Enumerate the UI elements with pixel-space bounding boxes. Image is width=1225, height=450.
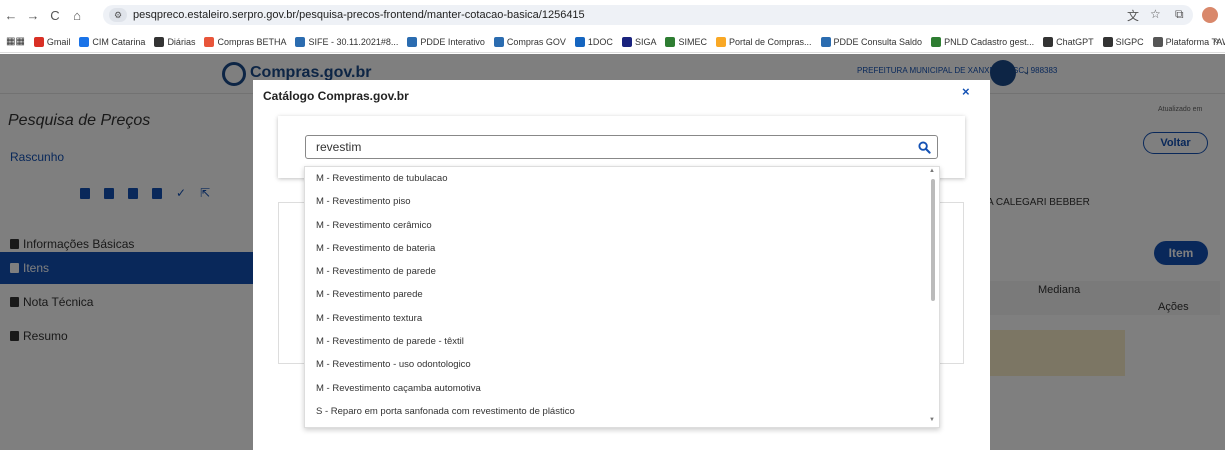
bookmark-item[interactable]: PDDE Consulta Saldo (820, 36, 923, 47)
bookmark-item[interactable]: SIGA (621, 36, 657, 47)
bookmark-item[interactable]: SIMEC (665, 36, 707, 47)
address-bar[interactable]: ⚙ pesqpreco.estaleiro.serpro.gov.br/pesq… (103, 5, 1193, 25)
bookmark-label: SIFE - 30.11.2021#8... (308, 36, 399, 47)
bookmark-item[interactable]: Compras BETHA (204, 36, 287, 47)
browser-toolbar: ← → C ⌂ ⚙ pesqpreco.estaleiro.serpro.gov… (0, 0, 1225, 30)
bookmark-icon (931, 36, 942, 47)
bookmark-item[interactable]: SIGPC (1102, 36, 1144, 47)
bookmark-label: Compras BETHA (217, 36, 287, 47)
bookmarks-more-icon[interactable]: » (1213, 35, 1219, 47)
bookmark-item[interactable]: ChatGPT (1043, 36, 1094, 47)
bookmark-icon (154, 36, 165, 47)
suggestion-item[interactable]: M - Revestimento cerâmico (305, 214, 939, 237)
suggestion-item[interactable]: M - Revestimento parede (305, 283, 939, 306)
bookmark-label: ChatGPT (1056, 36, 1094, 47)
bookmark-label: PNLD Cadastro gest... (944, 36, 1035, 47)
scrollbar-thumb[interactable] (931, 179, 935, 301)
bookmark-label: PDDE Interativo (420, 36, 485, 47)
suggestion-item[interactable]: M - Revestimento - uso odontologico (305, 353, 939, 376)
bookmark-item[interactable]: Compras GOV (493, 36, 566, 47)
suggestion-item[interactable]: M - Revestimento de parede - têxtil (305, 330, 939, 353)
bookmark-item[interactable]: Gmail (33, 36, 71, 47)
suggestion-item[interactable]: M - Revestimento de tubulacao (305, 167, 939, 190)
catalog-modal: Catálogo Compras.gov.br × M - Revestimen… (253, 80, 990, 450)
profile-avatar[interactable] (1202, 7, 1218, 23)
bookmark-icon (574, 36, 585, 47)
dropdown-scrollbar[interactable]: ▲ ▼ (928, 167, 938, 427)
bookmark-icon (621, 36, 632, 47)
bookmark-label: Diárias (167, 36, 196, 47)
bookmark-item[interactable]: 1DOC (574, 36, 613, 47)
bookmark-icon (1102, 36, 1113, 47)
suggestion-item[interactable]: M - Revestimento textura (305, 307, 939, 330)
extensions-icon[interactable]: ⧉ (1175, 7, 1184, 22)
apps-icon[interactable]: ▦▦ (6, 36, 25, 47)
bookmark-label: SIMEC (678, 36, 707, 47)
suggestion-item[interactable]: M - Revestimento caçamba automotiva (305, 377, 939, 400)
address-url: pesqpreco.estaleiro.serpro.gov.br/pesqui… (133, 9, 585, 21)
bookmark-icon (665, 36, 676, 47)
suggestion-item[interactable]: M - Revestimento de parede (305, 260, 939, 283)
close-icon[interactable]: × (962, 84, 970, 99)
suggestion-item[interactable]: M - Revestimento piso (305, 190, 939, 213)
back-icon[interactable]: ← (0, 8, 22, 23)
bookmark-item[interactable]: SIFE - 30.11.2021#8... (295, 36, 399, 47)
bookmark-icon (1152, 36, 1163, 47)
bookmark-icon (79, 36, 90, 47)
bookmark-label: 1DOC (587, 36, 613, 47)
bookmark-icon (295, 36, 306, 47)
suggestion-item[interactable]: S - Reparo em porta sanfonada com revest… (305, 400, 939, 423)
bookmark-icon (820, 36, 831, 47)
bookmark-icon (204, 36, 215, 47)
bookmark-label: SIGA (634, 36, 657, 47)
bookmark-label: SIGPC (1115, 36, 1144, 47)
bookmark-item[interactable]: PNLD Cadastro gest... (931, 36, 1035, 47)
suggestion-item[interactable]: M - Revestimento de bateria (305, 237, 939, 260)
bookmark-icon (493, 36, 504, 47)
bookmark-label: PDDE Consulta Saldo (833, 36, 923, 47)
bookmark-icon (407, 36, 418, 47)
reload-icon[interactable]: C (44, 8, 66, 23)
scroll-down-icon[interactable]: ▼ (929, 417, 935, 423)
modal-title: Catálogo Compras.gov.br (263, 89, 409, 103)
autocomplete-dropdown: M - Revestimento de tubulacao M - Revesti… (304, 166, 940, 428)
site-settings-icon[interactable]: ⚙ (109, 8, 127, 22)
bookmark-label: Compras GOV (506, 36, 566, 47)
bookmark-item[interactable]: CIM Catarina (79, 36, 146, 47)
bookmarks-bar: ▦▦ Gmail CIM Catarina Diárias Compras BETHA… (0, 31, 1225, 53)
search-input[interactable] (305, 135, 938, 159)
bookmark-icon (715, 36, 726, 47)
bookmark-item[interactable]: Portal de Compras... (715, 36, 812, 47)
bookmark-label: CIM Catarina (92, 36, 146, 47)
bookmark-label: Gmail (46, 36, 71, 47)
bookmark-item[interactable]: Diárias (154, 36, 196, 47)
translate-icon[interactable]: 文 (1127, 7, 1139, 24)
search-icon[interactable] (918, 141, 931, 154)
bookmark-item[interactable]: PDDE Interativo (407, 36, 485, 47)
home-icon[interactable]: ⌂ (66, 8, 88, 23)
bookmark-label: Portal de Compras... (728, 36, 812, 47)
scroll-up-icon[interactable]: ▲ (929, 168, 935, 174)
star-icon[interactable]: ☆ (1150, 7, 1161, 21)
forward-icon[interactable]: → (22, 8, 44, 23)
bookmark-icon (33, 36, 44, 47)
bookmark-icon (1043, 36, 1054, 47)
